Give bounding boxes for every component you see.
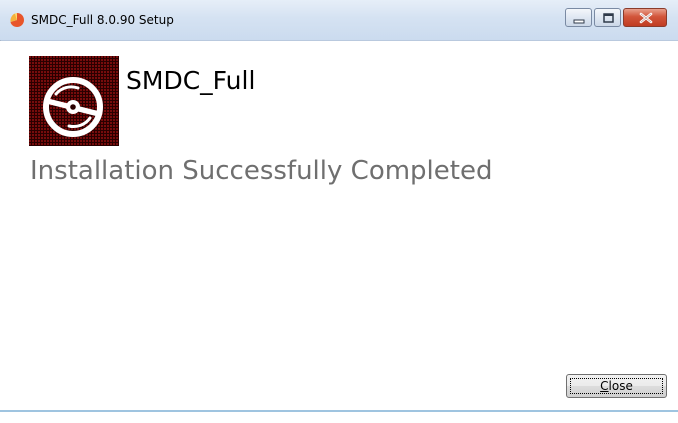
close-button-label: Close [567, 379, 666, 393]
close-icon [639, 12, 653, 24]
close-button-label-rest: lose [608, 379, 633, 393]
minimize-icon [573, 19, 585, 24]
window-title: SMDC_Full 8.0.90 Setup [31, 13, 174, 27]
setup-app-icon[interactable] [9, 12, 25, 28]
maximize-button[interactable] [594, 8, 621, 27]
close-button-accelerator: C [600, 379, 609, 393]
product-name: SMDC_Full [126, 66, 256, 95]
installer-content: SMDC_Full Installation Successfully Comp… [0, 41, 678, 423]
setup-window: SMDC_Full 8.0.90 Setup SMDC_Full Install… [0, 0, 678, 423]
disc-icon [43, 77, 103, 137]
desktop-strip [0, 412, 678, 423]
minimize-button[interactable] [565, 8, 592, 27]
installation-status: Installation Successfully Completed [30, 156, 493, 186]
close-window-button[interactable] [623, 8, 667, 27]
close-button[interactable]: Close [566, 374, 667, 398]
title-bar[interactable]: SMDC_Full 8.0.90 Setup [0, 0, 678, 41]
maximize-icon [603, 13, 614, 23]
product-logo [29, 56, 119, 146]
